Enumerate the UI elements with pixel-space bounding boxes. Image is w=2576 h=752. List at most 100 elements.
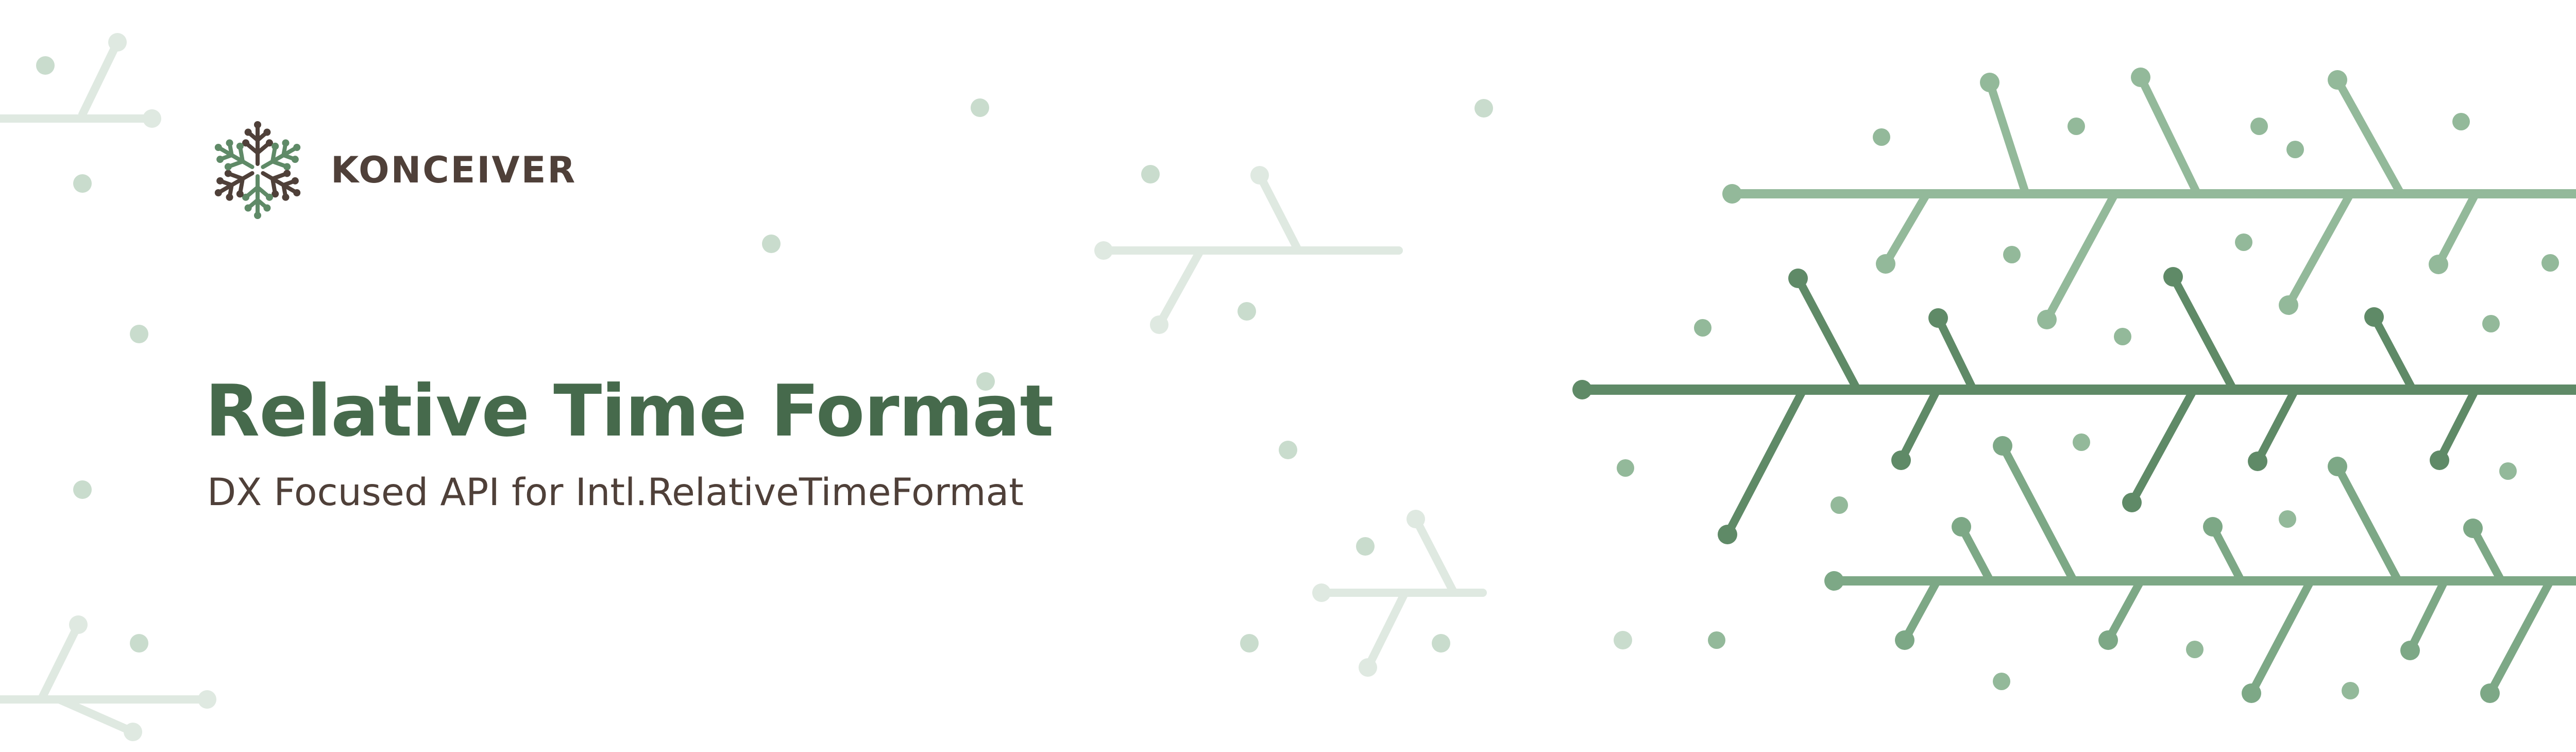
branch-stem [2043, 190, 2119, 324]
branch-stem [1412, 515, 1458, 597]
branch-node [1952, 517, 1971, 537]
scatter-dot [1831, 496, 1848, 514]
branch-stem [2333, 462, 2402, 585]
branch-stem [1723, 386, 1807, 539]
page-subtitle: DX Focused API for Intl.RelativeTimeForm… [207, 471, 1024, 514]
branch-node [1788, 269, 1808, 288]
branch-node [2429, 255, 2448, 274]
scatter-dot [1873, 128, 1890, 146]
snowflake-branch-icon [214, 121, 301, 219]
branch-stem [1934, 314, 1977, 394]
branch-node [2242, 683, 2261, 703]
branch-stem [2434, 190, 2480, 269]
branch-node [1359, 658, 1377, 677]
scatter-dot [1475, 99, 1493, 118]
branch-node [1718, 525, 1737, 544]
page-title: Relative Time Format [205, 370, 1054, 453]
branch-stem [1998, 442, 2078, 585]
branch-stem [2370, 313, 2417, 394]
branch-node [1722, 184, 1742, 204]
branch-node [2364, 307, 2384, 327]
branch-stem [2406, 577, 2449, 655]
branch-node [2400, 641, 2420, 660]
branch-node [1980, 73, 1999, 92]
branch-node [2430, 450, 2449, 470]
scatter-dot [1617, 459, 1634, 477]
branch-node [2463, 519, 2483, 538]
branch-stem [2247, 577, 2315, 697]
scatter-dot [2286, 141, 2304, 158]
scatter-dot [2073, 433, 2090, 451]
scatter-dot [130, 325, 148, 343]
branch-stem [2169, 273, 2238, 394]
branch-stem [2253, 386, 2299, 465]
branch-stem [2104, 577, 2145, 644]
branch-node [1891, 450, 1911, 470]
branch-stem [1155, 246, 1205, 329]
branch-node [108, 33, 127, 52]
branch-node [1312, 583, 1331, 602]
branch-node [1928, 308, 1948, 328]
scatter-dot [2279, 510, 2296, 528]
branch-node [1993, 436, 2012, 456]
branch-node [2248, 452, 2267, 471]
branch-stem [2486, 577, 2554, 697]
branch-node [143, 109, 161, 128]
branch-node [2122, 493, 2142, 512]
branch-node [2480, 683, 2500, 703]
branch-node [2098, 630, 2118, 650]
branch-stem [1986, 78, 2030, 198]
branch-stem [2284, 190, 2354, 309]
scatter-dot [1356, 537, 1375, 556]
branch-stem [1882, 190, 1931, 268]
scatter-dot [762, 235, 781, 253]
branch-node [124, 723, 142, 741]
scatter-dot [1432, 634, 1450, 653]
branch-node [1824, 571, 1844, 591]
branch-stem [37, 621, 82, 704]
scatter-dot [2499, 462, 2517, 480]
scatter-dot [1708, 631, 1725, 649]
scatter-dot [36, 56, 55, 75]
branch-stem [2333, 76, 2405, 198]
scatter-dot [1238, 302, 1256, 321]
scatter-dot [2003, 246, 2021, 263]
branch-stem [1901, 577, 1941, 644]
scatter-dot [73, 174, 92, 193]
branch-node [1094, 241, 1113, 260]
scatter-dot [2452, 113, 2470, 130]
scatter-dot [2342, 682, 2359, 699]
branch-node [2163, 267, 2183, 287]
branch-stem [2128, 386, 2198, 507]
branch-node [1250, 166, 1269, 185]
branch-node [2203, 517, 2223, 537]
scatter-dot [1279, 441, 1297, 459]
branch-stem [2435, 386, 2480, 464]
branch-stem [78, 38, 122, 119]
branch-stem [1897, 386, 1941, 464]
branch-node [2131, 68, 2150, 87]
branch-node [1150, 315, 1168, 334]
branch-node [2328, 70, 2347, 90]
scatter-dot [1240, 634, 1259, 653]
branch-node [2328, 457, 2347, 476]
branch-stem [55, 695, 137, 736]
scatter-dot [130, 634, 148, 653]
scatter-dot [2250, 118, 2268, 135]
scatter-dot [1993, 673, 2010, 690]
scatter-dot [2482, 315, 2500, 332]
branch-node [1406, 510, 1425, 528]
scatter-dot [2186, 641, 2204, 658]
scatter-dot [971, 98, 989, 117]
branch-stem [1364, 589, 1409, 672]
branch-node [69, 615, 88, 634]
scatter-dot [1614, 631, 1632, 649]
branch-node [2037, 310, 2057, 329]
branch-node [1876, 254, 1895, 274]
brand-name: KONCEIVER [331, 149, 577, 191]
scatter-dot [2114, 328, 2131, 345]
branch-node [2279, 295, 2298, 315]
branch-node [1895, 630, 1914, 650]
scatter-dot [1141, 165, 1160, 183]
branch-node [1572, 380, 1592, 399]
